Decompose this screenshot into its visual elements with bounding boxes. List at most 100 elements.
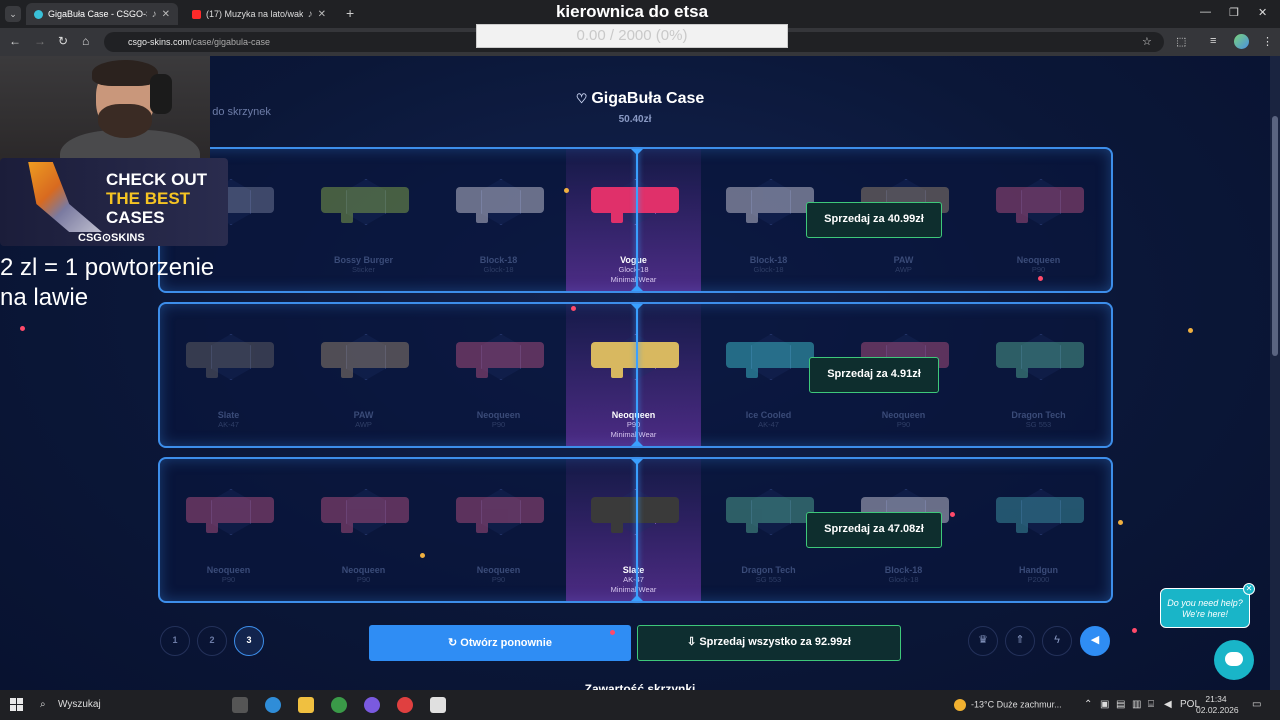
item-name: Neoqueen bbox=[476, 565, 521, 575]
tab-youtube[interactable]: (17) Muzyka na lato/wakacje ♪ ✕ bbox=[184, 3, 334, 25]
browser-menu-icon[interactable]: ⋮ bbox=[1262, 35, 1273, 48]
close-tab-icon[interactable]: ✕ bbox=[318, 9, 326, 20]
page-scrollbar[interactable] bbox=[1270, 56, 1280, 690]
notepad-icon[interactable] bbox=[430, 697, 446, 713]
sell-roll-2-button[interactable]: Sprzedaj za 4.91zł bbox=[809, 357, 939, 393]
open-again-button[interactable]: ↻ Otwórz ponownie bbox=[369, 625, 631, 661]
case-title-text: GigaBuła Case bbox=[591, 90, 705, 107]
item-name: Neoqueen bbox=[476, 410, 521, 420]
close-window-icon[interactable]: ✕ bbox=[1258, 6, 1267, 19]
notifications-icon[interactable]: ▭ bbox=[1252, 699, 1261, 710]
tray-app-icon[interactable]: ▤ bbox=[1116, 699, 1125, 710]
volume-icon[interactable]: ◀ bbox=[1164, 699, 1172, 710]
roll-item: Neoqueen P90 bbox=[296, 459, 431, 601]
sell-roll-3-button[interactable]: Sprzedaj za 47.08zł bbox=[806, 512, 942, 548]
weather-icon bbox=[954, 699, 966, 711]
heart-icon[interactable]: ♡ bbox=[576, 91, 588, 106]
sell-all-button[interactable]: ⇩ Sprzedaj wszystko za 92.99zł bbox=[637, 625, 901, 661]
item-weapon: P2000 bbox=[1027, 575, 1050, 584]
task-view-icon[interactable] bbox=[232, 697, 248, 713]
item-weapon: P90 bbox=[626, 420, 641, 429]
roll-item: Neoqueen P90 bbox=[161, 459, 296, 601]
minimize-icon[interactable]: — bbox=[1200, 6, 1211, 18]
promo-line-3: CASES bbox=[106, 208, 165, 227]
roll-count-2-button[interactable]: 2 bbox=[197, 626, 227, 656]
tab-search-button[interactable]: ⌄ bbox=[5, 6, 21, 22]
roll-item: Neoqueen P90 bbox=[971, 149, 1106, 291]
tab-csgo-skins[interactable]: GigaBuła Case - CSGO-SKINS ♪ ✕ bbox=[26, 3, 178, 25]
bookmark-star-icon[interactable]: ☆ bbox=[1142, 35, 1152, 48]
winning-item: Vogue Glock-18 Minimal Wear bbox=[566, 149, 701, 291]
lightning-icon[interactable]: ϟ bbox=[1042, 626, 1072, 656]
item-name: Neoqueen bbox=[341, 565, 386, 575]
sell-roll-1-button[interactable]: Sprzedaj za 40.99zł bbox=[806, 202, 942, 238]
roll-count-3-button[interactable]: 3 bbox=[234, 626, 264, 656]
item-name: PAW bbox=[353, 410, 374, 420]
weapon-skin-image bbox=[321, 342, 409, 378]
restore-icon[interactable]: ❐ bbox=[1229, 6, 1239, 19]
taskbar-search[interactable]: ⌕ Wyszukaj bbox=[34, 694, 214, 716]
item-weapon: AWP bbox=[895, 265, 912, 274]
media-icon[interactable]: ≡ bbox=[1210, 35, 1216, 47]
item-weapon: P90 bbox=[1031, 265, 1046, 274]
favicon-icon bbox=[34, 9, 43, 19]
item-name: Neoqueen bbox=[611, 410, 656, 420]
recording-icon[interactable] bbox=[397, 697, 413, 713]
speaker-icon[interactable]: ♪ bbox=[152, 9, 157, 20]
scrollbar-thumb[interactable] bbox=[1272, 116, 1278, 356]
weapon-skin-image bbox=[321, 497, 409, 533]
roll-count-1-button[interactable]: 1 bbox=[160, 626, 190, 656]
back-to-cases-link[interactable]: ót do skrzynek bbox=[200, 106, 271, 118]
tray-app-icon[interactable]: ▥ bbox=[1132, 699, 1141, 710]
windows-start-icon[interactable] bbox=[10, 698, 24, 712]
new-tab-button[interactable]: + bbox=[346, 5, 354, 21]
discord-icon[interactable] bbox=[364, 697, 380, 713]
item-weapon: Glock-18 bbox=[483, 265, 514, 274]
item-name: Dragon Tech bbox=[1011, 410, 1066, 420]
tab-title: GigaBuła Case - CSGO-SKINS bbox=[48, 9, 147, 19]
crown-icon[interactable]: ♛ bbox=[968, 626, 998, 656]
weapon-skin-image bbox=[456, 187, 544, 223]
item-name: Neoqueen bbox=[881, 410, 926, 420]
weapon-skin-image bbox=[321, 187, 409, 223]
clock-date: 02.02.2026 bbox=[1196, 705, 1239, 715]
item-name: Handgun bbox=[1019, 565, 1058, 575]
tray-chevron-icon[interactable]: ⌃ bbox=[1084, 699, 1092, 710]
item-weapon: SG 553 bbox=[755, 575, 782, 584]
open-again-label: Otwórz ponownie bbox=[460, 637, 552, 649]
weapon-skin-image bbox=[456, 497, 544, 533]
extensions-icon[interactable]: ⬚ bbox=[1176, 35, 1186, 48]
network-icon[interactable]: ⌸ bbox=[1148, 699, 1154, 710]
speaker-icon[interactable]: ♪ bbox=[308, 9, 313, 20]
roll-1: Bossy Burger Sticker Block-18 Glock-18 Vogue… bbox=[158, 147, 1113, 293]
close-tab-icon[interactable]: ✕ bbox=[162, 9, 170, 20]
overlay-line-1: 2 zl = 1 powtorzenie bbox=[0, 254, 215, 281]
forward-icon[interactable]: → bbox=[34, 34, 46, 48]
sound-icon[interactable]: ◀ bbox=[1080, 626, 1110, 656]
promo-line-2: THE BEST bbox=[106, 189, 191, 208]
item-name: Slate bbox=[622, 565, 645, 575]
windows-taskbar: ⌕ Wyszukaj -13°C Duże zachmur... ⌃ ▣ ▤ ▥ … bbox=[0, 690, 1280, 720]
knife-icon bbox=[28, 162, 102, 232]
confetti-dot bbox=[1038, 276, 1043, 281]
chat-icon[interactable] bbox=[1214, 640, 1254, 680]
confetti-dot bbox=[420, 553, 425, 558]
roll-item: Block-18 Glock-18 bbox=[431, 149, 566, 291]
profile-avatar[interactable] bbox=[1234, 34, 1249, 49]
tray-app-icon[interactable]: ▣ bbox=[1100, 699, 1109, 710]
back-icon[interactable]: ← bbox=[9, 34, 21, 48]
chat-help-bubble[interactable]: Do you need help? We're here! bbox=[1160, 588, 1250, 628]
reload-icon[interactable]: ↻ bbox=[58, 34, 68, 48]
file-explorer-icon[interactable] bbox=[298, 697, 314, 713]
url-path: /case/gigabula-case bbox=[190, 37, 271, 47]
overlay-line-2: na lawie bbox=[0, 284, 89, 311]
chat-close-icon[interactable]: ✕ bbox=[1243, 583, 1255, 595]
fast-forward-icon[interactable]: ⇑ bbox=[1005, 626, 1035, 656]
confetti-dot bbox=[564, 188, 569, 193]
edge-icon[interactable] bbox=[265, 697, 281, 713]
home-icon[interactable]: ⌂ bbox=[82, 34, 89, 48]
roll-item: Handgun P2000 bbox=[971, 459, 1106, 601]
taskbar-clock[interactable]: 21:34 02.02.2026 bbox=[1196, 694, 1239, 716]
chrome-icon[interactable] bbox=[331, 697, 347, 713]
weather-widget[interactable]: -13°C Duże zachmur... bbox=[954, 699, 1062, 711]
